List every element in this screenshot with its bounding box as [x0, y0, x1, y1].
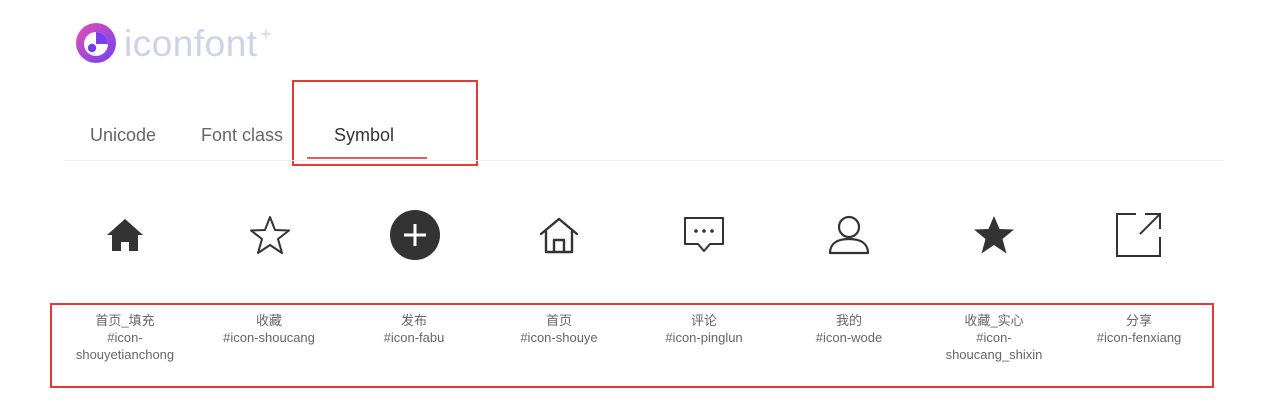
home-filled-icon[interactable]: [90, 200, 160, 270]
icon-class-line1: #icon-wode: [815, 330, 883, 345]
icon-label-shoucang-shixin[interactable]: 收藏_实心 #icon- shoucang_shixin: [919, 312, 1069, 363]
tab-bar: Unicode Font class Symbol: [64, 110, 1224, 161]
icon-class-line1: #icon-fabu: [383, 330, 445, 345]
iconfont-logo-icon: [76, 23, 116, 63]
icon-cn-name: 发布: [400, 313, 427, 328]
home-outline-icon[interactable]: [524, 200, 594, 270]
icon-class-line1: #icon-pinglun: [665, 330, 743, 345]
icon-class-line2: shouyetianchong: [75, 347, 175, 362]
icon-class-line1: #icon-shouye: [520, 330, 598, 345]
comment-icon[interactable]: [669, 200, 739, 270]
star-outline-icon[interactable]: [235, 200, 305, 270]
share-icon[interactable]: [1104, 200, 1174, 270]
icon-class-line1: #icon-shoucang: [223, 330, 315, 345]
icon-label-shouye[interactable]: 首页 #icon-shouye: [484, 312, 634, 346]
iconfont-logo[interactable]: iconfont +: [74, 20, 271, 66]
icon-class-line2: shoucang_shixin: [945, 347, 1043, 362]
icon-label-fabu[interactable]: 发布 #icon-fabu: [339, 312, 489, 346]
user-icon[interactable]: [814, 200, 884, 270]
icon-label-fenxiang[interactable]: 分享 #icon-fenxiang: [1064, 312, 1214, 346]
tab-symbol[interactable]: Symbol: [334, 124, 394, 146]
tab-font-class[interactable]: Font class: [201, 124, 283, 146]
icon-label-shoucang[interactable]: 收藏 #icon-shoucang: [194, 312, 344, 346]
active-tab-underline: [307, 157, 427, 159]
icon-class-line1: #icon-fenxiang: [1096, 330, 1182, 345]
tab-unicode[interactable]: Unicode: [90, 124, 156, 146]
icon-cn-name: 收藏_实心: [964, 313, 1024, 328]
logo-plus: +: [260, 24, 272, 44]
icon-cn-name: 分享: [1125, 313, 1152, 328]
icon-cn-name: 我的: [835, 313, 862, 328]
icon-label-pinglun[interactable]: 评论 #icon-pinglun: [629, 312, 779, 346]
icon-class-line1: #icon-: [107, 330, 143, 345]
icon-label-wode[interactable]: 我的 #icon-wode: [774, 312, 924, 346]
icon-cn-name: 评论: [690, 313, 717, 328]
icon-cn-name: 首页: [545, 313, 572, 328]
plus-circle-filled-icon[interactable]: [380, 200, 450, 270]
page: iconfont + Unicode Font class Symbol 首页_…: [0, 0, 1280, 406]
icon-grid: [0, 200, 1280, 270]
logo-text: iconfont: [124, 22, 258, 64]
icon-label-shouyetianchong[interactable]: 首页_填充 #icon- shouyetianchong: [50, 312, 200, 363]
star-filled-icon[interactable]: [959, 200, 1029, 270]
icon-cn-name: 首页_填充: [95, 313, 155, 328]
icon-class-line1: #icon-: [976, 330, 1012, 345]
icon-cn-name: 收藏: [255, 313, 282, 328]
